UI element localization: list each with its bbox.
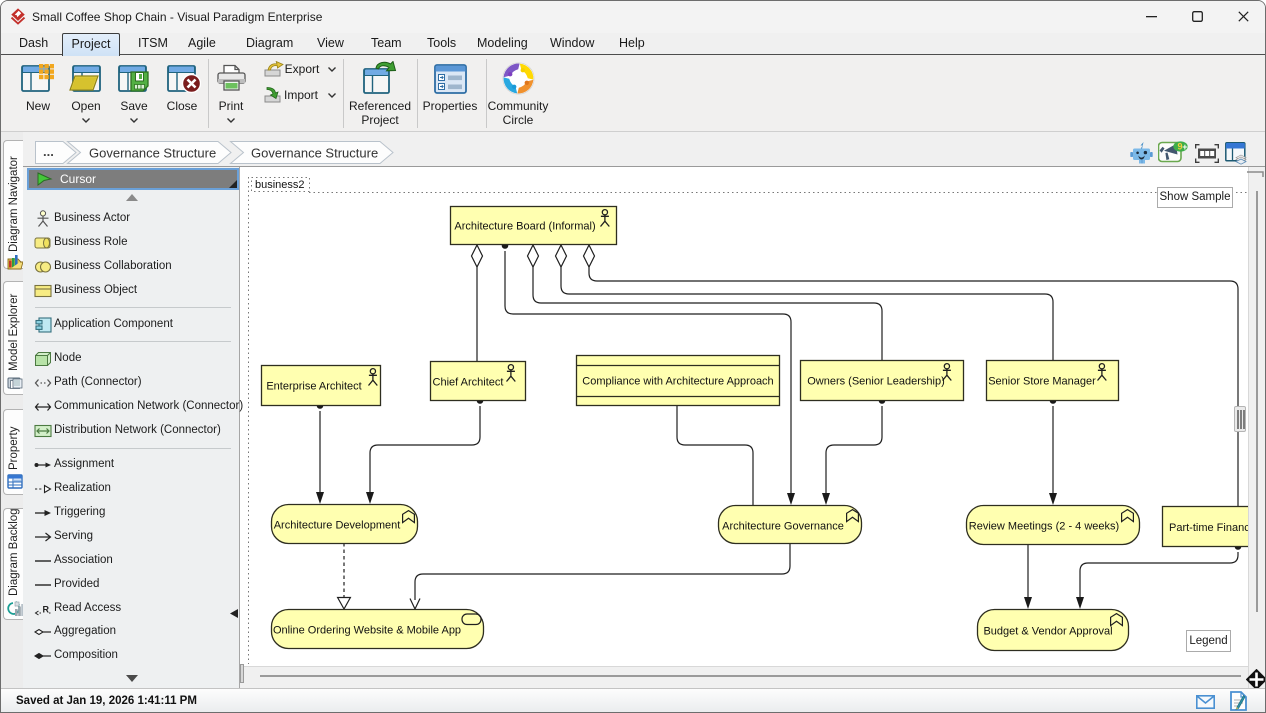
svg-text:R: R — [43, 605, 50, 615]
svg-text:Governance Structure: Governance Structure — [251, 146, 378, 161]
svg-text:Compliance with Architecture A: Compliance with Architecture Approach — [582, 376, 773, 388]
svg-text:Architecture Board (Informal): Architecture Board (Informal) — [454, 221, 595, 233]
svg-text:Review Meetings (2 - 4 weeks): Review Meetings (2 - 4 weeks) — [969, 521, 1119, 533]
svg-text:Governance Structure: Governance Structure — [89, 146, 216, 161]
svg-text:Budget & Vendor Approval: Budget & Vendor Approval — [983, 626, 1112, 638]
svg-text:...: ... — [43, 144, 54, 159]
svg-text:Chief Architect: Chief Architect — [433, 377, 504, 389]
svg-text:Online Ordering Website & Mobi: Online Ordering Website & Mobile App — [273, 625, 461, 637]
svg-text:Senior Store Manager: Senior Store Manager — [988, 376, 1096, 388]
svg-text:Architecture Development: Architecture Development — [274, 520, 401, 532]
svg-text:Architecture Governance: Architecture Governance — [722, 521, 844, 533]
svg-text:Enterprise Architect: Enterprise Architect — [266, 381, 361, 393]
svg-text:+: + — [1182, 142, 1187, 152]
svg-text:Part-time Financ: Part-time Financ — [1169, 522, 1248, 534]
svg-text:Owners (Senior Leadership): Owners (Senior Leadership) — [807, 376, 945, 388]
svg-text:business2: business2 — [255, 179, 305, 191]
